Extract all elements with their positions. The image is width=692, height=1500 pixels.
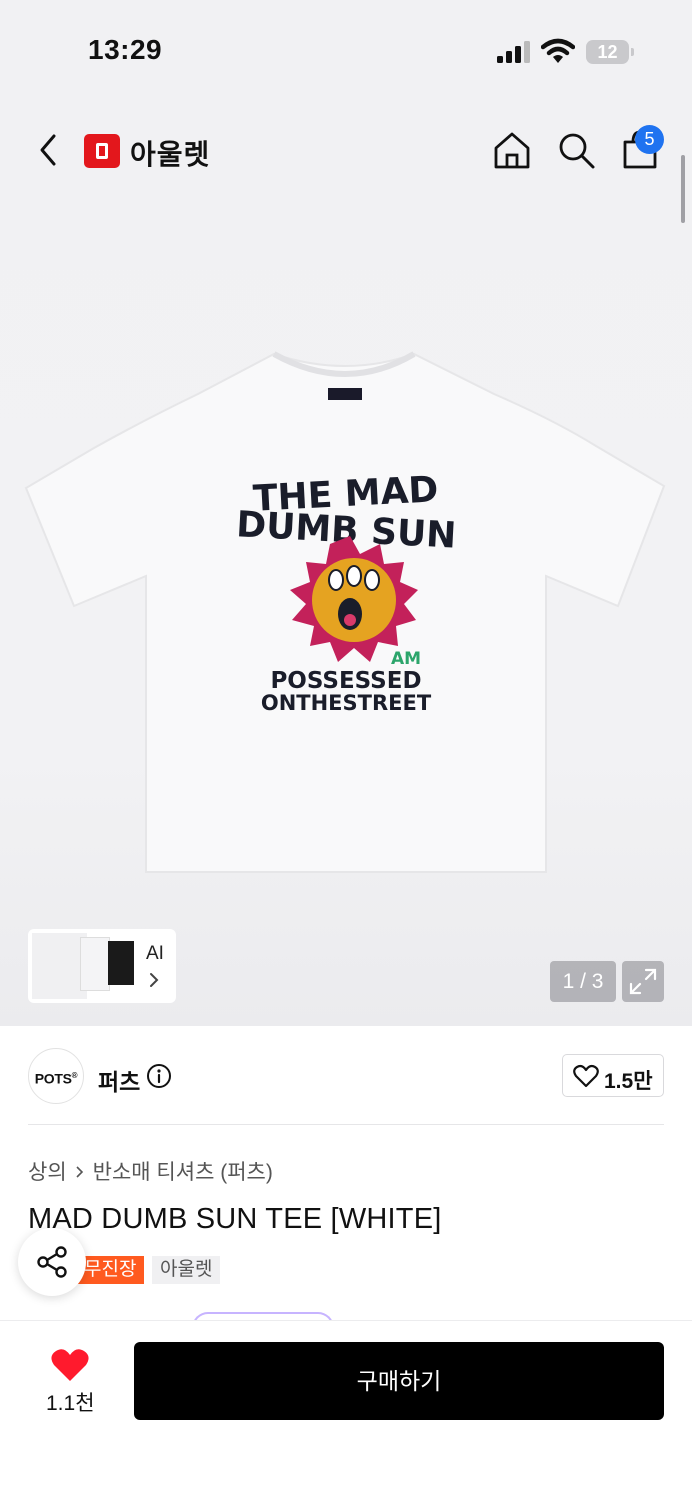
share-button[interactable] — [18, 1228, 86, 1296]
image-page-indicator: 1 / 3 — [550, 961, 616, 1002]
chevron-right-icon — [76, 1166, 83, 1178]
thumbnail-white-tee — [32, 933, 87, 999]
search-icon[interactable] — [556, 130, 596, 170]
status-bar: 13:29 12 — [0, 0, 692, 100]
info-icon[interactable] — [146, 1063, 172, 1089]
status-time: 13:29 — [88, 34, 163, 65]
outlet-tag: 아울렛 — [152, 1256, 221, 1284]
wifi-icon — [541, 38, 575, 63]
brand-row: POTS® 퍼츠 1.5만 — [0, 1026, 692, 1126]
buy-button[interactable]: 구매하기 — [134, 1342, 664, 1420]
expand-icon — [629, 968, 657, 995]
brand-avatar-text: POTS — [34, 1070, 72, 1087]
scrollbar[interactable] — [681, 155, 685, 223]
cart-count-badge: 5 — [635, 125, 664, 154]
breadcrumb-sub-category[interactable]: 반소매 티셔츠 (퍼츠) — [93, 1156, 273, 1186]
brand-like-button[interactable]: 1.5만 — [562, 1054, 664, 1097]
ai-label: AI — [146, 943, 164, 964]
heart-outline-icon — [573, 1064, 599, 1088]
outlet-logo[interactable] — [84, 134, 120, 168]
ai-similar-products[interactable]: AI — [28, 929, 176, 1003]
print-line-4: ONTHESTREET — [261, 691, 432, 715]
divider — [28, 1124, 664, 1125]
home-icon[interactable] — [492, 130, 532, 170]
cellular-signal-icon — [497, 41, 530, 63]
brand-like-count: 1.5만 — [604, 1070, 653, 1093]
print-mark: AM — [391, 649, 421, 669]
bottom-action-bar: 1.1천 구매하기 — [0, 1320, 692, 1500]
brand-avatar-mark: ® — [71, 1071, 78, 1080]
product-gallery[interactable]: 아울렛 5 THE MAD DUMB SUN AM POSSESSED ONTH… — [0, 100, 692, 1026]
battery-level: 12 — [597, 42, 618, 62]
battery-icon: 12 — [586, 40, 634, 64]
brand-avatar[interactable]: POTS® — [28, 1048, 84, 1104]
expand-image-button[interactable] — [622, 961, 664, 1002]
wish-count: 1.1천 — [46, 1392, 95, 1415]
outlet-title: 아울렛 — [130, 139, 211, 170]
chevron-right-icon — [150, 973, 159, 987]
share-icon — [37, 1246, 67, 1278]
thumbnail-tee-2 — [80, 937, 110, 991]
breadcrumb-top-category[interactable]: 상의 — [28, 1156, 67, 1186]
thumbnail-black-tee — [108, 941, 134, 985]
heart-filled-icon[interactable] — [50, 1347, 90, 1383]
brand-name[interactable]: 퍼츠 — [98, 1063, 140, 1097]
back-arrow-icon[interactable] — [34, 130, 66, 170]
product-image[interactable]: THE MAD DUMB SUN AM POSSESSED ONTHESTREE… — [24, 350, 668, 880]
product-title: MAD DUMB SUN TEE [WHITE] — [28, 1203, 442, 1235]
breadcrumb: 상의 반소매 티셔츠 (퍼츠) — [28, 1156, 273, 1186]
